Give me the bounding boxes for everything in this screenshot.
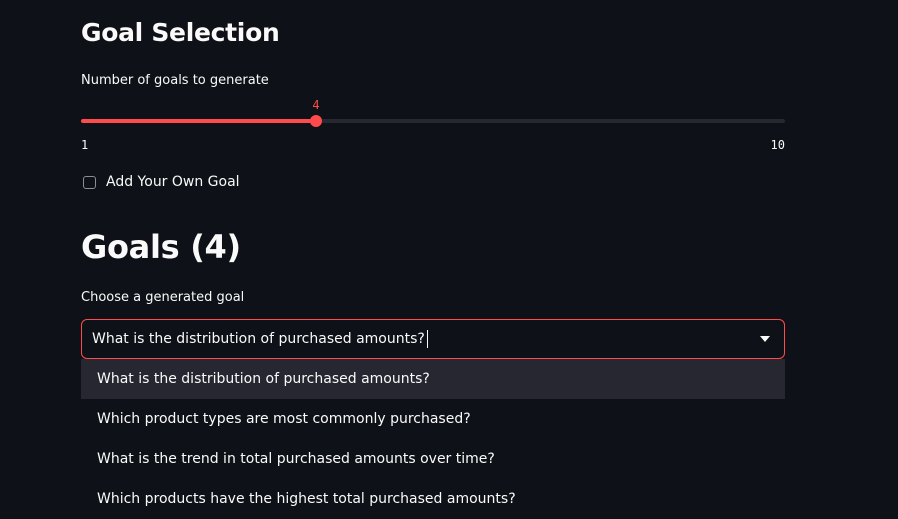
goal-count-slider[interactable]: 4 1 10 [81,96,785,152]
add-own-goal-label[interactable]: Add Your Own Goal [106,174,240,190]
checkbox-box[interactable] [83,175,96,189]
slider-min-label: 1 [81,138,89,152]
slider-max-label: 10 [770,138,785,152]
goal-select-value[interactable]: What is the distribution of purchased am… [92,331,425,347]
chevron-down-icon[interactable] [760,336,770,342]
goal-dropdown-list: What is the distribution of purchased am… [81,359,785,519]
goal-count-slider-label: Number of goals to generate [81,73,269,88]
goal-option[interactable]: What is the trend in total purchased amo… [81,439,785,479]
goal-select[interactable]: What is the distribution of purchased am… [81,319,785,359]
slider-current-value: 4 [312,98,320,112]
goal-option[interactable]: Which product types are most commonly pu… [81,399,785,439]
goal-select-label: Choose a generated goal [81,290,245,305]
goal-selection-heading: Goal Selection [81,18,280,47]
text-cursor [426,330,428,348]
goal-option[interactable]: Which products have the highest total pu… [81,479,785,519]
slider-fill [81,119,316,123]
slider-thumb[interactable] [310,115,322,127]
slider-track[interactable] [81,119,785,123]
goals-heading: Goals (4) [81,228,241,266]
main-content: Goal Selection Number of goals to genera… [0,0,898,519]
add-own-goal-checkbox[interactable]: Add Your Own Goal [83,174,240,190]
goal-option[interactable]: What is the distribution of purchased am… [81,359,785,399]
